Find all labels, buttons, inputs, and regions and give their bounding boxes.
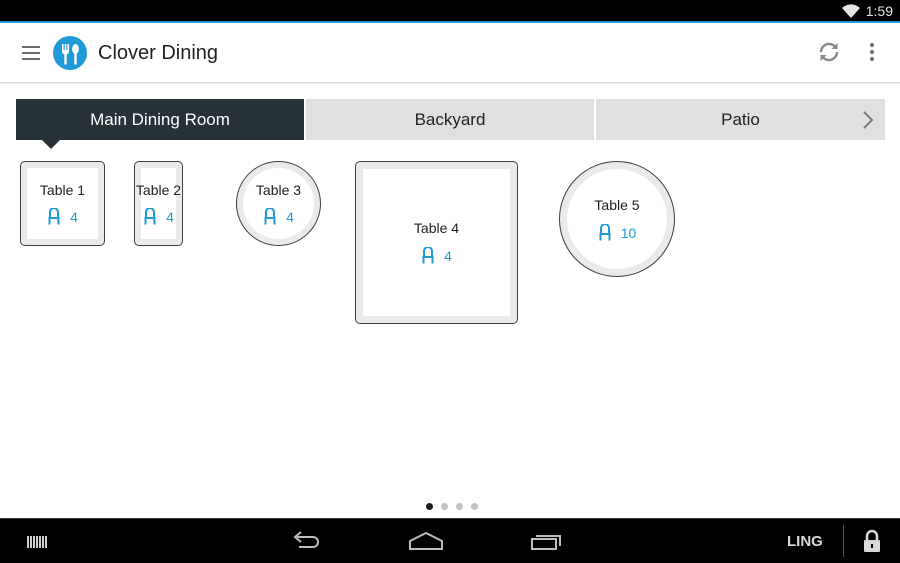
- tab-label: Backyard: [414, 109, 486, 129]
- page-dot-1[interactable]: [426, 503, 433, 510]
- table-4[interactable]: Table 4 4: [355, 161, 518, 324]
- tab-label: Main Dining Room: [90, 109, 230, 129]
- page-indicator: [426, 503, 478, 510]
- chair-icon: [48, 208, 60, 225]
- seat-count: 10: [560, 224, 674, 241]
- chair-icon: [144, 208, 156, 225]
- table-name: Table 1: [39, 182, 86, 198]
- tab-main-dining-room[interactable]: Main Dining Room: [16, 99, 304, 149]
- clover-dining-logo: [53, 36, 87, 70]
- table-1[interactable]: Table 1 4: [20, 161, 105, 246]
- tab-label: Patio: [721, 109, 760, 129]
- seat-count-value: 4: [70, 208, 78, 225]
- chair-icon: [422, 247, 434, 264]
- page-dot-3[interactable]: [456, 503, 463, 510]
- table-name: Table 3: [255, 182, 302, 198]
- user-name[interactable]: LING: [787, 533, 823, 550]
- seat-count-value: 4: [444, 247, 452, 264]
- divider: [843, 525, 844, 557]
- seat-count-value: 4: [166, 208, 174, 225]
- table-3[interactable]: Table 3 4: [236, 161, 321, 246]
- menu-icon[interactable]: [22, 46, 40, 60]
- overflow-menu-icon[interactable]: [866, 43, 878, 63]
- seat-count-value: 4: [286, 208, 294, 225]
- clock: 1:59: [865, 3, 893, 19]
- back-icon[interactable]: [287, 527, 327, 557]
- table-5[interactable]: Table 5 10: [559, 161, 675, 277]
- app-bar: Clover Dining: [0, 25, 900, 83]
- sync-icon[interactable]: [817, 40, 841, 64]
- chair-icon: [599, 224, 611, 241]
- home-icon[interactable]: [406, 527, 446, 557]
- wifi-icon: [842, 4, 860, 18]
- chevron-right-icon: [863, 110, 874, 129]
- page-dot-2[interactable]: [441, 503, 448, 510]
- barcode-icon[interactable]: [27, 536, 47, 548]
- seat-count: 4: [237, 208, 320, 225]
- seat-count-value: 10: [620, 224, 637, 241]
- room-tabs: Main Dining Room Backyard Patio: [16, 99, 885, 149]
- table-name: Table 4: [413, 220, 460, 236]
- tab-patio[interactable]: Patio: [596, 99, 885, 140]
- seat-count: 4: [135, 208, 182, 225]
- chair-icon: [264, 208, 276, 225]
- recent-apps-icon[interactable]: [527, 527, 567, 557]
- table-name: Table 5: [594, 197, 640, 213]
- lock-icon[interactable]: [862, 529, 882, 553]
- table-name: Table 2: [135, 182, 182, 198]
- next-tab-button[interactable]: [851, 99, 885, 140]
- table-2[interactable]: Table 2 4: [134, 161, 183, 246]
- fork-spoon-icon: [62, 44, 79, 65]
- tab-backyard[interactable]: Backyard: [306, 99, 594, 140]
- navigation-bar: LING: [0, 518, 900, 563]
- app-title: Clover Dining: [98, 42, 219, 64]
- seat-count: 4: [356, 247, 517, 264]
- seat-count: 4: [21, 208, 104, 225]
- page-dot-4[interactable]: [471, 503, 478, 510]
- status-bar: 1:59: [0, 0, 900, 23]
